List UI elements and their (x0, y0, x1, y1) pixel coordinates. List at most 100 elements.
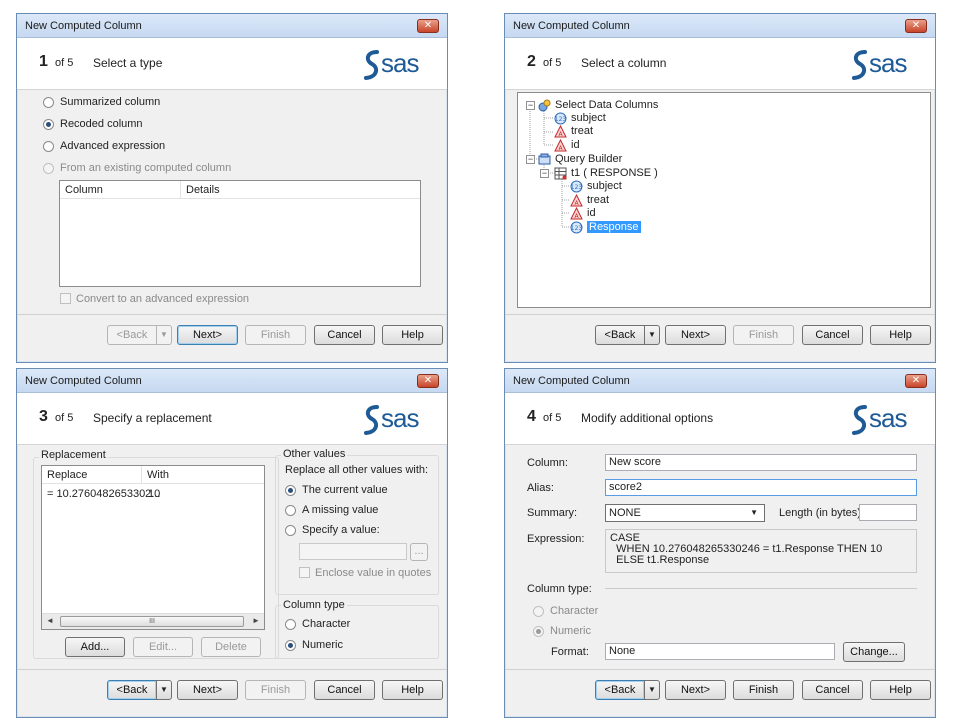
step-number: 1 (39, 53, 48, 70)
window-title: New Computed Column (513, 20, 630, 32)
tree-label: id (587, 207, 596, 219)
delete-button: Delete (201, 637, 261, 657)
title-bar[interactable]: New Computed Column ✕ (17, 369, 447, 393)
table-icon (554, 167, 567, 180)
finish-button: Finish (245, 325, 306, 345)
column-name-input[interactable]: New score (605, 454, 917, 471)
collapse-toggle[interactable]: − (526, 155, 535, 164)
details-header[interactable]: Details (181, 181, 420, 199)
column-type-label: Column type: (527, 583, 592, 595)
dialog-step-3: New Computed Column ✕ 3 of 5 Specify a r… (16, 368, 448, 718)
expression-box[interactable]: CASE WHEN 10.276048265330246 = t1.Respon… (605, 529, 917, 573)
scroll-right-icon[interactable]: ► (252, 616, 260, 625)
radio-summarized[interactable] (43, 97, 54, 108)
tree-label: treat (571, 125, 594, 137)
alias-input[interactable]: score2 (605, 479, 917, 496)
svg-text:123: 123 (571, 184, 583, 191)
sas-logo: sas (851, 401, 923, 437)
back-button: <Back (107, 325, 157, 345)
collapse-toggle[interactable]: − (526, 101, 535, 110)
back-dropdown[interactable]: ▼ (644, 680, 660, 700)
radio-character[interactable] (285, 619, 296, 630)
step-title: Specify a replacement (93, 411, 212, 425)
radio-specify-value[interactable] (285, 525, 296, 536)
next-button[interactable]: Next> (665, 680, 726, 700)
scroll-thumb[interactable]: III (60, 616, 244, 627)
back-dropdown[interactable]: ▼ (156, 680, 172, 700)
cancel-button[interactable]: Cancel (314, 680, 375, 700)
column-type-label: Column type (281, 599, 347, 611)
with-header[interactable]: With (142, 466, 264, 484)
column-header[interactable]: Column (60, 181, 181, 199)
title-bar[interactable]: New Computed Column ✕ (505, 369, 935, 393)
tree-label: t1 ( RESPONSE ) (571, 167, 658, 179)
summary-label: Summary: (527, 507, 578, 519)
replace-cell[interactable]: = 10.2760482653302... (47, 488, 160, 500)
option-label: Recoded column (60, 118, 143, 130)
help-button[interactable]: Help (870, 325, 931, 345)
cancel-button[interactable]: Cancel (314, 325, 375, 345)
scroll-left-icon[interactable]: ◄ (46, 616, 54, 625)
window-title: New Computed Column (513, 375, 630, 387)
summary-select[interactable]: NONE ▼ (605, 504, 765, 522)
back-button[interactable]: <Back (595, 680, 645, 700)
footer-divider (17, 314, 447, 315)
radio-numeric (533, 626, 544, 637)
with-cell[interactable]: 10 (148, 488, 160, 500)
option-label: Character (302, 618, 351, 630)
close-button[interactable]: ✕ (417, 374, 439, 388)
collapse-toggle[interactable]: − (540, 169, 549, 178)
sas-logo: sas (363, 401, 435, 437)
radio-advanced[interactable] (43, 141, 54, 152)
title-bar[interactable]: New Computed Column ✕ (17, 14, 447, 38)
close-button[interactable]: ✕ (905, 19, 927, 33)
help-button[interactable]: Help (382, 680, 443, 700)
tree-label: subject (587, 180, 622, 192)
logo-text: sas (869, 48, 907, 78)
back-dropdown[interactable]: ▼ (644, 325, 660, 345)
step-number: 4 (527, 408, 536, 425)
alias-label: Alias: (527, 482, 554, 494)
column-type-divider (605, 588, 917, 589)
radio-current-value[interactable] (285, 485, 296, 496)
other-values-label: Other values (281, 448, 348, 460)
next-button[interactable]: Next> (177, 680, 238, 700)
close-button[interactable]: ✕ (905, 374, 927, 388)
wizard-header: 1 of 5 Select a type sas (17, 38, 447, 90)
help-button[interactable]: Help (382, 325, 443, 345)
cancel-button[interactable]: Cancel (802, 325, 863, 345)
replace-header[interactable]: Replace (42, 466, 142, 484)
next-button[interactable]: Next> (177, 325, 238, 345)
convert-label: Convert to an advanced expression (76, 293, 250, 305)
title-bar[interactable]: New Computed Column ✕ (505, 14, 935, 38)
radio-character (533, 606, 544, 617)
back-button[interactable]: <Back (107, 680, 157, 700)
enclose-label: Enclose value in quotes (315, 567, 432, 579)
add-button[interactable]: Add... (65, 637, 125, 657)
wizard-header: 4 of 5 Modify additional options sas (505, 393, 935, 445)
help-button[interactable]: Help (870, 680, 931, 700)
horizontal-scrollbar[interactable]: ◄ III ► (42, 613, 264, 629)
radio-recoded[interactable] (43, 119, 54, 130)
footer-divider (505, 669, 935, 670)
change-button[interactable]: Change... (843, 642, 905, 662)
format-input[interactable]: None (605, 643, 835, 660)
cancel-button[interactable]: Cancel (802, 680, 863, 700)
length-input[interactable] (859, 504, 917, 521)
step-of: of 5 (543, 412, 562, 424)
close-button[interactable]: ✕ (417, 19, 439, 33)
option-label: Numeric (302, 639, 343, 651)
radio-numeric[interactable] (285, 640, 296, 651)
back-dropdown: ▼ (156, 325, 172, 345)
step-title: Select a column (581, 56, 667, 70)
next-button[interactable]: Next> (665, 325, 726, 345)
computed-columns-table[interactable]: Column Details (59, 180, 421, 287)
column-tree[interactable]: − Select Data Columns 123 subject A trea… (517, 92, 931, 308)
tree-label: treat (587, 194, 610, 206)
finish-button[interactable]: Finish (733, 680, 794, 700)
replacement-table[interactable]: Replace With = 10.2760482653302... 10 ◄ … (41, 465, 265, 630)
radio-missing-value[interactable] (285, 505, 296, 516)
sas-swoosh-icon (364, 50, 379, 80)
back-button[interactable]: <Back (595, 325, 645, 345)
column-label: Column: (527, 457, 568, 469)
